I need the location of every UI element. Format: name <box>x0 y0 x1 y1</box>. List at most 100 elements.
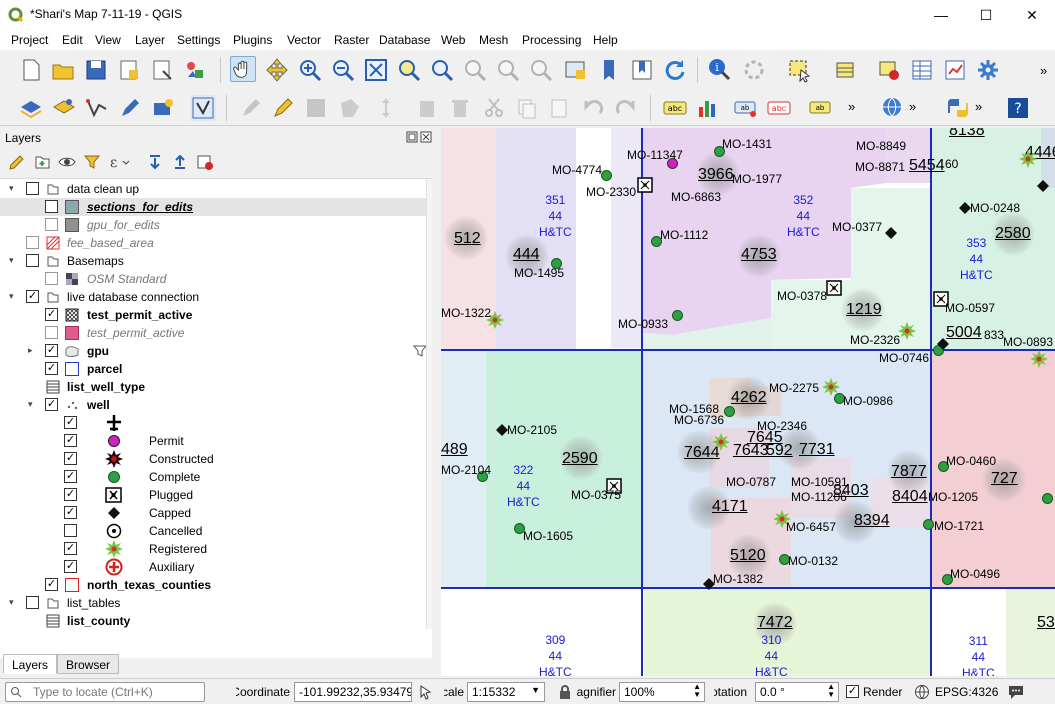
layer-test-permit-active-2[interactable]: test_permit_active <box>0 324 432 342</box>
expand-arrow-icon[interactable]: ▾ <box>9 291 14 302</box>
close-button[interactable]: ✕ <box>1009 0 1055 30</box>
new-layer-icon[interactable] <box>51 95 77 121</box>
close-panel-icon[interactable] <box>420 131 432 143</box>
coordinate-field[interactable]: -101.99232,35.93479 <box>294 682 412 702</box>
copy-features-icon[interactable] <box>514 95 540 121</box>
crs-globe-icon[interactable] <box>914 684 930 700</box>
zoom-full-icon[interactable] <box>363 57 389 83</box>
well-class-capped[interactable]: ✓ Capped <box>0 504 432 522</box>
layer-checkbox[interactable] <box>26 182 39 195</box>
magnifier-spinbox[interactable]: 100% ▲ ▼ <box>619 682 705 702</box>
menu-project[interactable]: Project <box>11 33 48 47</box>
layer-checkbox[interactable]: ✓ <box>64 488 77 501</box>
toolbar-overflow-icon[interactable]: » <box>975 99 982 114</box>
well-class-cancelled[interactable]: Cancelled <box>0 522 432 540</box>
layer-well[interactable]: ▾ ✓ well <box>0 396 432 414</box>
well-registered-marker[interactable] <box>821 378 841 398</box>
new-print-layout-icon[interactable] <box>116 57 142 83</box>
settings-gear-icon[interactable] <box>975 57 1001 83</box>
spin-arrows-icon[interactable]: ▲ ▼ <box>827 683 835 699</box>
save-edits-icon[interactable] <box>303 95 329 121</box>
layer-north-texas-counties[interactable]: ✓ north_texas_counties <box>0 576 432 594</box>
well-plugged-marker[interactable] <box>637 177 653 193</box>
menu-view[interactable]: View <box>95 33 121 47</box>
open-project-icon[interactable] <box>50 57 76 83</box>
layer-osm-standard[interactable]: OSM Standard <box>0 270 432 288</box>
pan-to-selection-icon[interactable] <box>264 57 290 83</box>
menu-vector[interactable]: Vector <box>287 33 321 47</box>
tab-layers[interactable]: Layers <box>3 654 58 674</box>
well-plugged-marker[interactable] <box>826 280 842 296</box>
select-features-icon[interactable] <box>786 57 812 83</box>
zoom-in-icon[interactable] <box>297 57 323 83</box>
lock-icon[interactable] <box>558 684 572 700</box>
well-class-complete[interactable]: ✓ Complete <box>0 468 432 486</box>
filter-legend-icon[interactable] <box>83 153 101 171</box>
expand-arrow-icon[interactable]: ▾ <box>9 183 14 194</box>
maximize-button[interactable]: ☐ <box>963 0 1009 30</box>
layer-group-list-tables[interactable]: ▾ list_tables <box>0 594 432 612</box>
well-registered-marker[interactable] <box>1018 150 1038 170</box>
manage-visibility-icon[interactable] <box>58 153 76 171</box>
add-feature-icon[interactable] <box>150 95 176 121</box>
layout-manager-icon[interactable] <box>149 57 175 83</box>
rotation-spinbox[interactable]: 0.0 ° ▲ ▼ <box>755 682 839 702</box>
well-complete-marker[interactable] <box>1042 493 1053 504</box>
style-brush-icon[interactable] <box>8 153 26 171</box>
add-polygon-icon[interactable] <box>337 95 363 121</box>
menu-processing[interactable]: Processing <box>522 33 581 47</box>
layer-parcel[interactable]: ✓ parcel <box>0 360 432 378</box>
well-constructed-marker[interactable] <box>711 433 731 453</box>
attribute-table-icon[interactable] <box>909 57 935 83</box>
well-class-registered[interactable]: ✓ Registered <box>0 540 432 558</box>
toggle-editing-icon[interactable] <box>270 95 296 121</box>
tree-scrollbar[interactable] <box>426 179 432 629</box>
map-canvas[interactable]: 351 44 H&TC 352 44 H&TC 353 44 H&TC 322 44 H&TC … <box>441 128 1055 676</box>
statistical-summary-icon[interactable] <box>942 57 968 83</box>
help-icon[interactable]: ? <box>1005 95 1031 121</box>
zoom-native-icon[interactable] <box>462 57 488 83</box>
menu-web[interactable]: Web <box>441 33 465 47</box>
layer-list-well-type[interactable]: list_well_type <box>0 378 432 396</box>
tab-browser[interactable]: Browser <box>57 654 120 674</box>
scale-field[interactable]: 1:15332 ▼ <box>467 682 545 702</box>
save-project-icon[interactable] <box>83 57 109 83</box>
well-capped-marker[interactable] <box>937 338 949 350</box>
zoom-to-selection-icon[interactable] <box>396 57 422 83</box>
layer-group-data-clean-up[interactable]: ▾ data clean up <box>0 180 432 198</box>
attribute-selection-icon[interactable] <box>833 57 859 83</box>
layer-sections-for-edits[interactable]: sections_for_edits <box>0 198 432 216</box>
pan-map-icon[interactable] <box>230 56 256 82</box>
digitize-icon[interactable] <box>84 95 110 121</box>
filter-icon[interactable] <box>413 344 427 358</box>
well-capped-marker[interactable] <box>885 227 897 239</box>
zoom-out-icon[interactable] <box>330 57 356 83</box>
layer-gpu-for-edits[interactable]: gpu_for_edits <box>0 216 432 234</box>
menu-raster[interactable]: Raster <box>334 33 369 47</box>
new-map-view-icon[interactable] <box>562 57 588 83</box>
well-complete-marker[interactable] <box>923 519 934 530</box>
well-class-airport[interactable]: ✓ <box>0 414 432 432</box>
zoom-last-icon[interactable] <box>495 57 521 83</box>
new-project-icon[interactable] <box>18 57 44 83</box>
layer-checkbox[interactable] <box>45 326 58 339</box>
layer-group-live-database-connection[interactable]: ▾ ✓ live database connection <box>0 288 432 306</box>
render-checkbox[interactable]: ✓ <box>846 685 859 698</box>
menu-settings[interactable]: Settings <box>177 33 220 47</box>
filter-expression-icon[interactable]: ε <box>108 153 130 171</box>
deselect-all-icon[interactable] <box>876 57 902 83</box>
label-tool-icon[interactable]: abc <box>662 95 688 121</box>
layer-checkbox[interactable] <box>26 236 39 249</box>
layer-checkbox[interactable]: ✓ <box>64 434 77 447</box>
expand-all-icon[interactable] <box>146 153 164 171</box>
crs-label[interactable]: EPSG:4326 <box>935 685 998 699</box>
pin-label-icon[interactable]: ab <box>733 95 759 121</box>
zoom-to-layer-icon[interactable] <box>429 57 455 83</box>
style-manager-icon[interactable] <box>182 57 208 83</box>
data-source-manager-icon[interactable] <box>18 95 44 121</box>
layer-checkbox[interactable]: ✓ <box>45 578 58 591</box>
layer-checkbox[interactable]: ✓ <box>45 398 58 411</box>
menu-mesh[interactable]: Mesh <box>479 33 508 47</box>
minimize-button[interactable]: — <box>918 0 964 30</box>
locator-search-input[interactable]: Type to locate (Ctrl+K) <box>5 682 205 702</box>
